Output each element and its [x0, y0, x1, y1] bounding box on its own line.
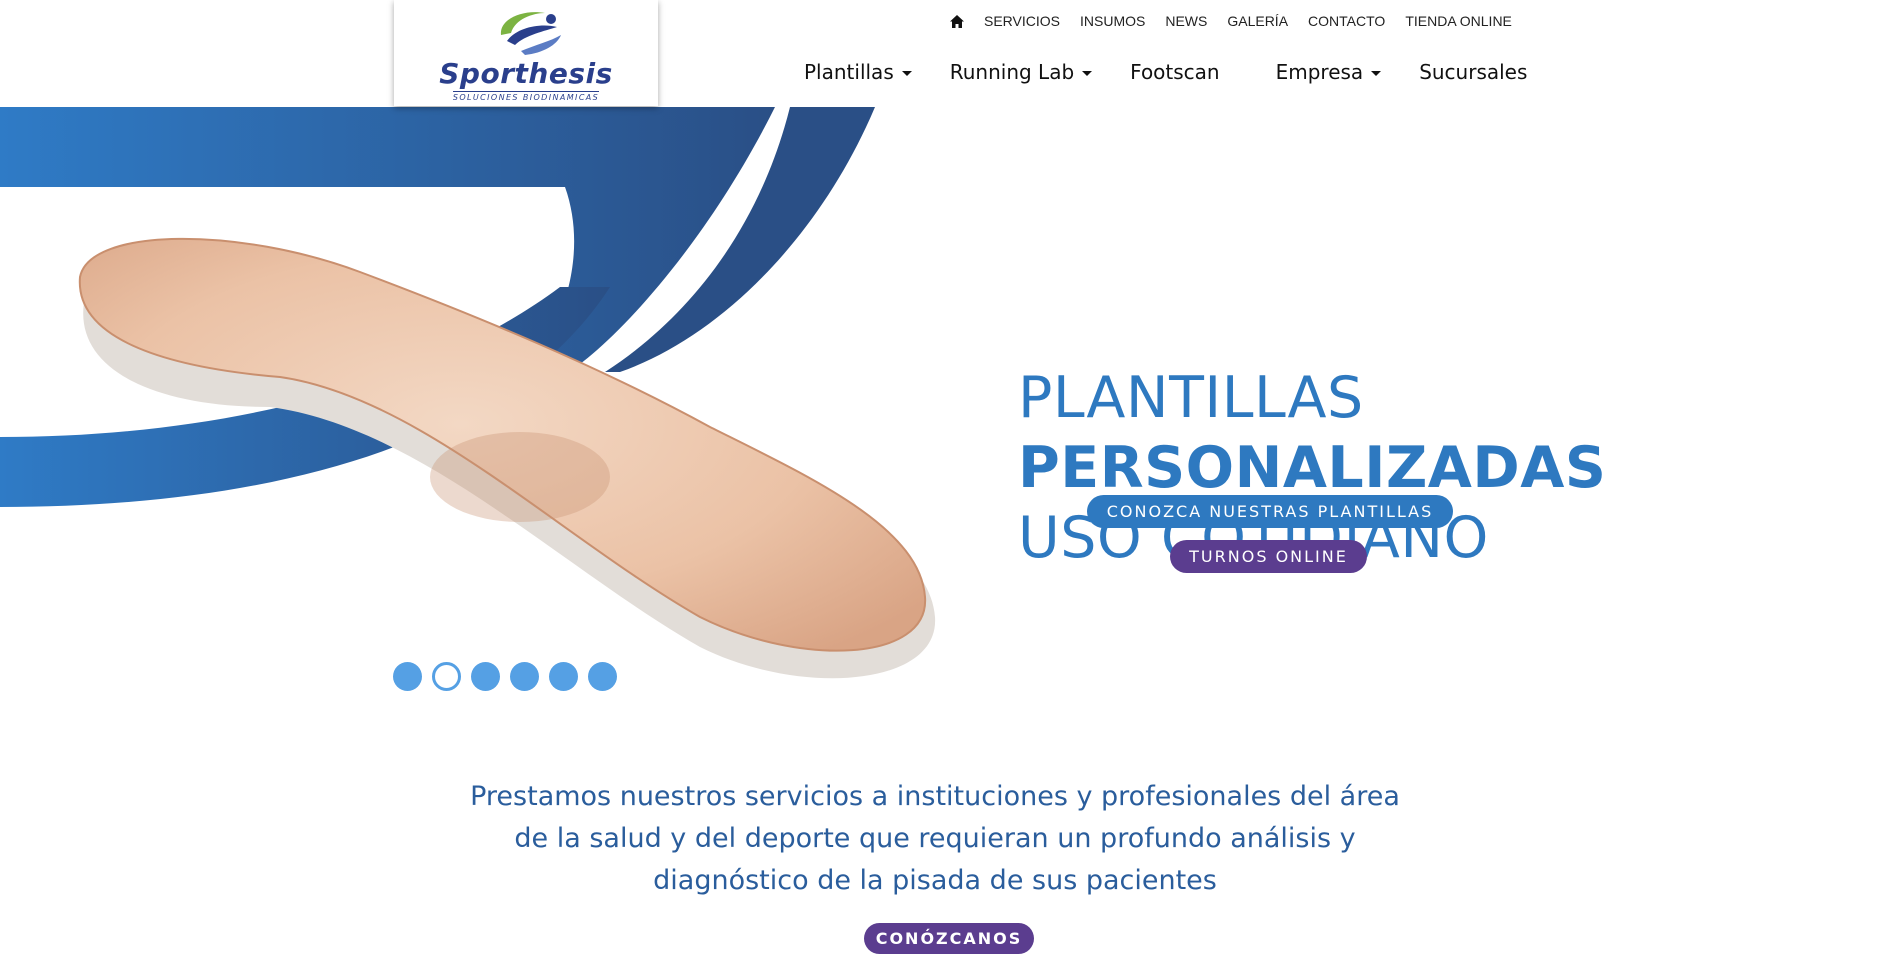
intro-line-3: diagnóstico de la pisada de sus paciente… [653, 865, 1217, 896]
logo-wordmark: Sporthesis [439, 56, 613, 90]
intro-line-1: Prestamos nuestros servicios a instituci… [470, 781, 1400, 812]
top-nav-insumos[interactable]: INSUMOS [1080, 13, 1145, 29]
intro-text: Prestamos nuestros servicios a instituci… [460, 776, 1410, 902]
intro-line-2: de la salud y del deporte que requieran … [514, 823, 1356, 854]
main-nav-label: Footscan [1130, 60, 1220, 84]
turnos-online-button[interactable]: TURNOS ONLINE [1170, 540, 1367, 573]
hero-insole-image [0, 107, 936, 679]
main-nav-label: Empresa [1275, 60, 1364, 84]
main-nav-empresa[interactable]: Empresa [1276, 60, 1382, 84]
slider-dot[interactable] [393, 662, 422, 691]
conozcanos-button[interactable]: CONÓZCANOS [864, 923, 1034, 954]
caret-down-icon [901, 70, 912, 76]
main-nav-sucursales[interactable]: Sucursales [1419, 60, 1527, 84]
slider-dot[interactable] [510, 662, 539, 691]
top-nav-tienda-online[interactable]: TIENDA ONLINE [1405, 13, 1512, 29]
home-icon[interactable] [950, 14, 964, 28]
logo-tagline: SOLUCIONES BIODINAMICAS [452, 90, 600, 102]
slider-dot[interactable] [549, 662, 578, 691]
hero-title-line-1: PLANTILLAS [1018, 365, 1364, 431]
top-nav-contacto[interactable]: CONTACTO [1308, 13, 1385, 29]
top-nav-news[interactable]: NEWS [1165, 13, 1207, 29]
main-nav-running-lab[interactable]: Running Lab [949, 60, 1093, 84]
slider-dot[interactable] [471, 662, 500, 691]
top-nav: SERVICIOS INSUMOS NEWS GALERÍA CONTACTO … [950, 13, 1512, 29]
slider-dot-active[interactable] [432, 662, 461, 691]
slider-pagination [393, 662, 617, 691]
main-nav-label: Plantillas [804, 60, 894, 84]
site-logo[interactable]: Sporthesis SOLUCIONES BIODINAMICAS [394, 0, 658, 106]
main-nav-label: Sucursales [1419, 60, 1528, 84]
slider-dot[interactable] [588, 662, 617, 691]
hero-title-line-2: PERSONALIZADAS [1018, 435, 1607, 501]
top-nav-galeria[interactable]: GALERÍA [1227, 13, 1288, 29]
caret-down-icon [1371, 70, 1382, 76]
main-nav-footscan[interactable]: Footscan [1130, 60, 1219, 84]
main-nav-plantillas[interactable]: Plantillas [804, 60, 912, 84]
logo-mark-icon [500, 11, 561, 55]
main-nav: Plantillas Running Lab Footscan Empresa … [804, 60, 1565, 84]
main-nav-label: Running Lab [949, 60, 1075, 84]
hero-slider: PLANTILLAS PERSONALIZADAS USO COTIDIANO … [0, 107, 1891, 707]
caret-down-icon [1082, 70, 1093, 76]
conozca-plantillas-button[interactable]: CONOZCA NUESTRAS PLANTILLAS [1087, 495, 1453, 528]
top-nav-servicios[interactable]: SERVICIOS [984, 13, 1060, 29]
